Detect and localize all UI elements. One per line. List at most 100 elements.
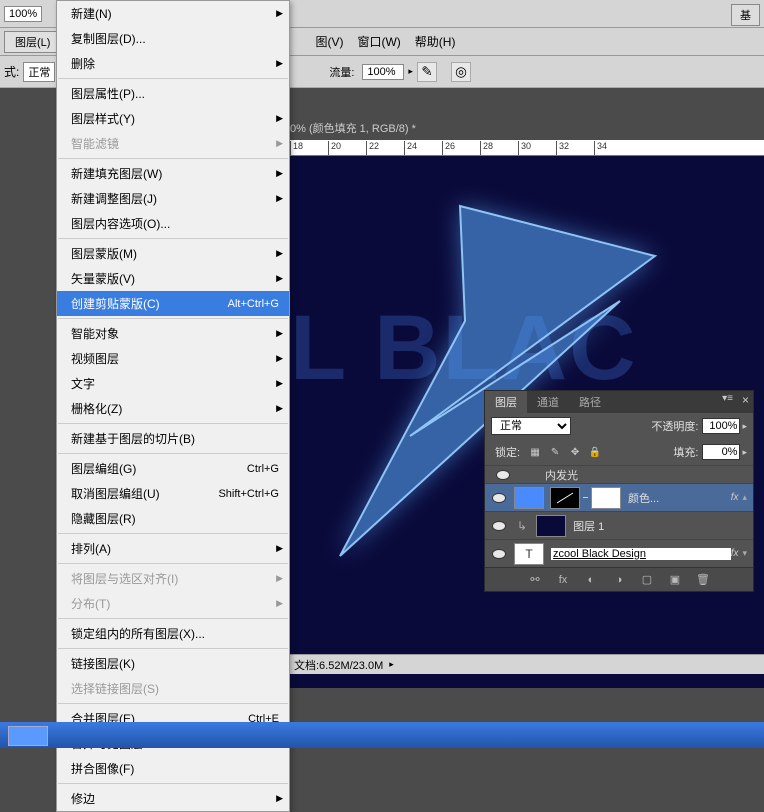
- menu-item-label: 新建(N): [71, 5, 112, 22]
- flow-arrow-icon[interactable]: ▸: [408, 66, 413, 77]
- menu-item[interactable]: 视频图层▶: [57, 346, 289, 371]
- text-layer-thumbnail[interactable]: T: [514, 543, 544, 565]
- menu-help[interactable]: 帮助(H): [411, 31, 460, 52]
- menu-window[interactable]: 窗口(W): [353, 31, 404, 52]
- menu-item[interactable]: 图层样式(Y)▶: [57, 106, 289, 131]
- ruler-tick: 24: [404, 141, 442, 155]
- menu-item[interactable]: 新建填充图层(W)▶: [57, 161, 289, 186]
- new-layer-icon[interactable]: ▣: [667, 573, 683, 587]
- menu-item-label: 修边: [71, 790, 95, 807]
- canvas-text-content: L BLAC: [290, 296, 638, 401]
- menu-item[interactable]: 图层内容选项(O)...: [57, 211, 289, 236]
- menu-item[interactable]: 智能对象▶: [57, 321, 289, 346]
- lock-paint-icon[interactable]: ✎: [548, 445, 562, 459]
- eye-icon[interactable]: [496, 470, 510, 480]
- layer-row[interactable]: ↳ 图层 1: [485, 511, 753, 539]
- menu-item[interactable]: 图层属性(P)...: [57, 81, 289, 106]
- flow-input[interactable]: [362, 64, 404, 80]
- fx-icon[interactable]: fx: [555, 573, 571, 587]
- link-layers-icon[interactable]: ⚯: [527, 573, 543, 587]
- menu-item[interactable]: 矢量蒙版(V)▶: [57, 266, 289, 291]
- lock-all-icon[interactable]: 🔒: [588, 445, 602, 459]
- tab-channels[interactable]: 通道: [527, 391, 569, 413]
- opacity-input[interactable]: [702, 418, 740, 434]
- tab-layers[interactable]: 图层: [485, 391, 527, 413]
- blend-mode-select[interactable]: 正常: [491, 417, 571, 435]
- menu-item-label: 图层样式(Y): [71, 110, 135, 127]
- submenu-arrow-icon: ▶: [276, 273, 283, 284]
- top-right-button[interactable]: 基: [731, 4, 760, 26]
- menu-item[interactable]: 创建剪贴蒙版(C)Alt+Ctrl+G: [57, 291, 289, 316]
- target-icon[interactable]: ◎: [451, 62, 471, 82]
- taskbar-item[interactable]: [8, 726, 48, 746]
- fill-arrow-icon[interactable]: ▸: [742, 447, 747, 458]
- menu-item[interactable]: 排列(A)▶: [57, 536, 289, 561]
- submenu-arrow-icon: ▶: [276, 58, 283, 69]
- zoom-display[interactable]: 100%: [4, 6, 42, 22]
- layer-thumbnail[interactable]: [514, 487, 544, 509]
- menu-item[interactable]: 新建调整图层(J)▶: [57, 186, 289, 211]
- ruler-tick: 32: [556, 141, 594, 155]
- menu-item: 智能滤镜▶: [57, 131, 289, 156]
- layer-name[interactable]: zcool Black Design: [551, 548, 731, 560]
- menu-item-label: 复制图层(D)...: [71, 30, 146, 47]
- eye-icon[interactable]: [492, 521, 506, 531]
- layer-thumbnail[interactable]: [536, 515, 566, 537]
- layer-mask2-thumbnail[interactable]: [591, 487, 621, 509]
- menu-item-label: 智能对象: [71, 325, 119, 342]
- link-icon[interactable]: ⎯: [583, 492, 588, 503]
- folder-icon[interactable]: ▢: [639, 573, 655, 587]
- menu-item: 选择链接图层(S): [57, 676, 289, 701]
- submenu-arrow-icon: ▶: [276, 138, 283, 149]
- menu-item[interactable]: 复制图层(D)...: [57, 26, 289, 51]
- fx-badge[interactable]: fx: [731, 548, 739, 559]
- trash-icon[interactable]: 🗑: [695, 573, 711, 587]
- menu-item[interactable]: 新建(N)▶: [57, 1, 289, 26]
- menu-item[interactable]: 链接图层(K): [57, 651, 289, 676]
- menu-separator: [58, 453, 288, 454]
- menu-item[interactable]: 修边 ▶: [57, 786, 289, 811]
- menu-item[interactable]: 图层蒙版(M)▶: [57, 241, 289, 266]
- ruler-tick: 18: [290, 141, 328, 155]
- eye-icon[interactable]: [492, 549, 506, 559]
- mode-select[interactable]: 正常: [23, 62, 55, 82]
- menu-item[interactable]: 新建基于图层的切片(B): [57, 426, 289, 451]
- menu-item-label: 拼合图像(F): [71, 760, 134, 777]
- fx-badge[interactable]: fx: [731, 492, 739, 503]
- panel-menu-icon[interactable]: ▾≡: [722, 393, 733, 404]
- lock-move-icon[interactable]: ✥: [568, 445, 582, 459]
- mask-icon[interactable]: ◐: [583, 573, 599, 587]
- eye-icon[interactable]: [492, 493, 506, 503]
- layer-mask-thumbnail[interactable]: [550, 487, 580, 509]
- submenu-arrow-icon: ▶: [276, 793, 283, 804]
- menu-item[interactable]: 拼合图像(F): [57, 756, 289, 781]
- menu-item[interactable]: 隐藏图层(R): [57, 506, 289, 531]
- menu-item-label: 图层属性(P)...: [71, 85, 145, 102]
- menu-view[interactable]: 图(V): [311, 31, 347, 52]
- menu-item[interactable]: 删除▶: [57, 51, 289, 76]
- fill-input[interactable]: [702, 444, 740, 460]
- layer-row[interactable]: T zcool Black Design fx ▾: [485, 539, 753, 567]
- chevron-down-icon[interactable]: ▾: [742, 548, 747, 559]
- menu-item-label: 图层内容选项(O)...: [71, 215, 170, 232]
- menu-item[interactable]: 栅格化(Z)▶: [57, 396, 289, 421]
- adjustment-icon[interactable]: ◑: [611, 573, 627, 587]
- effect-inner-glow-label[interactable]: 内发光: [545, 467, 578, 483]
- layer-row[interactable]: ⎯ 颜色... fx ▴: [485, 483, 753, 511]
- menu-item[interactable]: 文字▶: [57, 371, 289, 396]
- menu-item-label: 新建基于图层的切片(B): [71, 430, 195, 447]
- layer-name[interactable]: 图层 1: [573, 518, 751, 534]
- status-arrow-icon[interactable]: ▸: [389, 659, 394, 670]
- tab-paths[interactable]: 路径: [569, 391, 611, 413]
- close-icon[interactable]: ×: [742, 393, 749, 407]
- menu-item-label: 视频图层: [71, 350, 119, 367]
- lock-transparency-icon[interactable]: ▦: [528, 445, 542, 459]
- menu-item[interactable]: 图层编组(G)Ctrl+G: [57, 456, 289, 481]
- airbrush-icon[interactable]: ✎: [417, 62, 437, 82]
- chevron-up-icon[interactable]: ▴: [742, 492, 747, 503]
- menu-item[interactable]: 锁定组内的所有图层(X)...: [57, 621, 289, 646]
- layer-menu-button[interactable]: 图层(L): [4, 31, 61, 53]
- layer-name[interactable]: 颜色...: [628, 490, 731, 506]
- opacity-arrow-icon[interactable]: ▸: [742, 421, 747, 432]
- menu-item[interactable]: 取消图层编组(U)Shift+Ctrl+G: [57, 481, 289, 506]
